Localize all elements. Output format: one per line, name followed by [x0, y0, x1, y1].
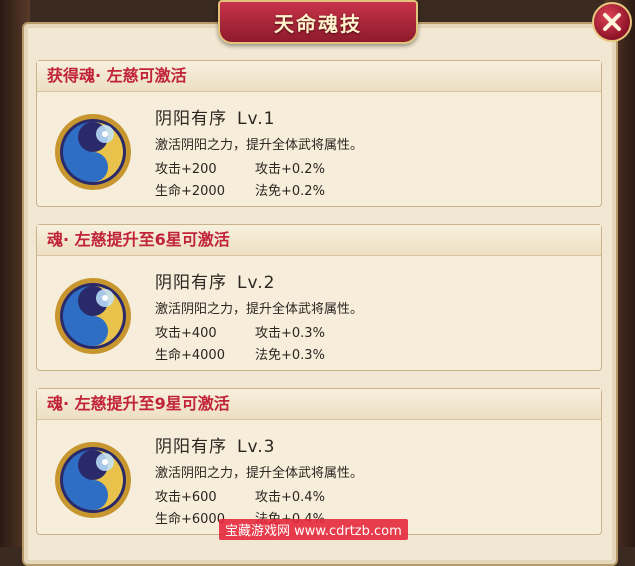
card-unlock-condition: 获得魂· 左慈可激活 — [37, 61, 601, 92]
stat-attack-pct: 攻击+0.3% — [255, 326, 325, 341]
skill-level: Lv.1 — [237, 109, 276, 129]
stat-magic-res-pct: 法免+0.3% — [255, 348, 325, 363]
stat-hp-flat: 生命+4000 — [155, 348, 225, 363]
title-banner: 天命魂技 — [218, 0, 418, 44]
skill-card-1: 获得魂· 左慈可激活 阴阳有序 Lv.1 激活阴阳之力，提升全体武将属性。 攻击+… — [36, 60, 602, 207]
skill-title: 阴阳有序 Lv.3 — [155, 432, 275, 457]
close-icon — [603, 13, 621, 31]
card-body: 阴阳有序 Lv.1 激活阴阳之力，提升全体武将属性。 攻击+200 攻击+0.2%… — [37, 92, 601, 206]
watermark: 宝藏游戏网 www.cdrtzb.com — [219, 519, 408, 540]
stat-magic-res-pct: 法免+0.2% — [255, 184, 325, 199]
skill-name: 阴阳有序 — [155, 109, 227, 129]
card-unlock-condition: 魂· 左慈提升至6星可激活 — [37, 225, 601, 256]
skill-name: 阴阳有序 — [155, 437, 227, 457]
yin-yang-skill-icon[interactable] — [53, 112, 133, 192]
stat-hp-flat: 生命+6000 — [155, 512, 225, 527]
panel-title: 天命魂技 — [274, 11, 362, 36]
skill-description: 激活阴阳之力，提升全体武将属性。 — [155, 302, 364, 317]
skill-description: 激活阴阳之力，提升全体武将属性。 — [155, 138, 364, 153]
skill-name: 阴阳有序 — [155, 273, 227, 293]
skill-card-2: 魂· 左慈提升至6星可激活 阴阳有序 Lv.2 激活阴阳之力，提升全体武将属性。 … — [36, 224, 602, 371]
skill-title: 阴阳有序 Lv.1 — [155, 104, 275, 129]
card-body: 阴阳有序 Lv.3 激活阴阳之力，提升全体武将属性。 攻击+600 攻击+0.4%… — [37, 420, 601, 534]
skill-description: 激活阴阳之力，提升全体武将属性。 — [155, 466, 364, 481]
stat-attack-flat: 攻击+600 — [155, 490, 217, 505]
card-body: 阴阳有序 Lv.2 激活阴阳之力，提升全体武将属性。 攻击+400 攻击+0.3%… — [37, 256, 601, 370]
skill-title: 阴阳有序 Lv.2 — [155, 268, 275, 293]
stat-hp-flat: 生命+2000 — [155, 184, 225, 199]
stat-attack-pct: 攻击+0.4% — [255, 490, 325, 505]
yin-yang-skill-icon[interactable] — [53, 440, 133, 520]
yin-yang-skill-icon[interactable] — [53, 276, 133, 356]
skill-level: Lv.3 — [237, 437, 276, 457]
stat-attack-flat: 攻击+400 — [155, 326, 217, 341]
card-unlock-condition: 魂· 左慈提升至9星可激活 — [37, 389, 601, 420]
skill-card-3: 魂· 左慈提升至9星可激活 阴阳有序 Lv.3 激活阴阳之力，提升全体武将属性。 … — [36, 388, 602, 535]
close-button[interactable] — [592, 2, 632, 42]
skill-level: Lv.2 — [237, 273, 276, 293]
stat-attack-flat: 攻击+200 — [155, 162, 217, 177]
stat-attack-pct: 攻击+0.2% — [255, 162, 325, 177]
